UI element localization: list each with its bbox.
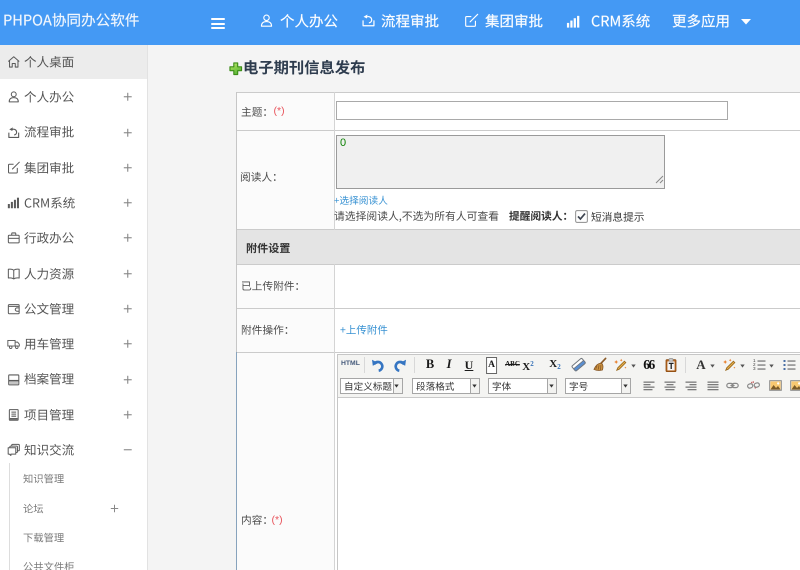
svg-text:3: 3: [753, 366, 756, 371]
